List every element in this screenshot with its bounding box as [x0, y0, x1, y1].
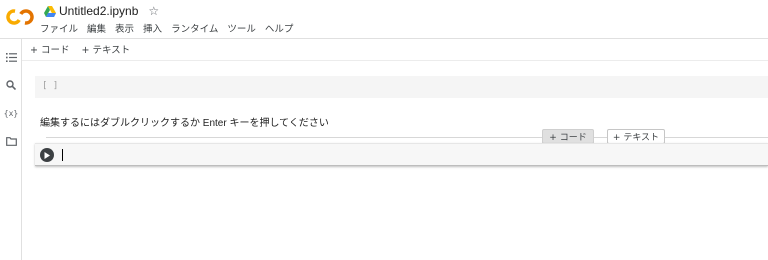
notebook-title[interactable]: Untitled2.ipynb — [59, 4, 138, 18]
left-sidebar: {x} — [0, 39, 22, 260]
colab-logo[interactable] — [6, 8, 34, 26]
add-code-button[interactable]: + コード — [30, 42, 69, 56]
add-text-button[interactable]: + テキスト — [81, 42, 130, 56]
menu-bar: ファイル 編集 表示 挿入 ランタイム ツール ヘルプ — [40, 21, 293, 35]
menu-help[interactable]: ヘルプ — [265, 21, 294, 35]
drive-icon — [44, 5, 56, 17]
header: Untitled2.ipynb ☆ ファイル 編集 表示 挿入 ランタイム ツー… — [0, 0, 768, 38]
header-divider — [0, 38, 768, 39]
toolbar: + コード + テキスト — [30, 42, 130, 56]
cell-execution-count: [ ] — [42, 81, 59, 91]
play-icon[interactable] — [40, 148, 54, 162]
insert-text-button[interactable]: + テキスト — [607, 129, 665, 144]
text-cell[interactable]: 編集するにはダブルクリックするか Enter キーを押してください — [40, 114, 329, 129]
title-row: Untitled2.ipynb ☆ — [44, 3, 159, 19]
menu-insert[interactable]: 挿入 — [143, 21, 162, 35]
menu-view[interactable]: 表示 — [115, 21, 134, 35]
active-code-cell[interactable] — [35, 143, 768, 166]
menu-file[interactable]: ファイル — [40, 21, 78, 35]
table-of-contents-icon[interactable] — [4, 50, 18, 64]
star-icon[interactable]: ☆ — [148, 5, 159, 17]
text-cursor — [62, 149, 63, 161]
variables-icon[interactable]: {x} — [4, 106, 18, 120]
toolbar-divider — [22, 60, 768, 61]
menu-edit[interactable]: 編集 — [87, 21, 106, 35]
code-cell[interactable]: [ ] — [35, 76, 768, 98]
colab-app: Untitled2.ipynb ☆ ファイル 編集 表示 挿入 ランタイム ツー… — [0, 0, 768, 260]
menu-runtime[interactable]: ランタイム — [171, 21, 218, 35]
folder-icon[interactable] — [4, 134, 18, 148]
insert-code-button[interactable]: + コード — [542, 129, 594, 144]
menu-tools[interactable]: ツール — [227, 21, 256, 35]
search-icon[interactable] — [4, 78, 18, 92]
